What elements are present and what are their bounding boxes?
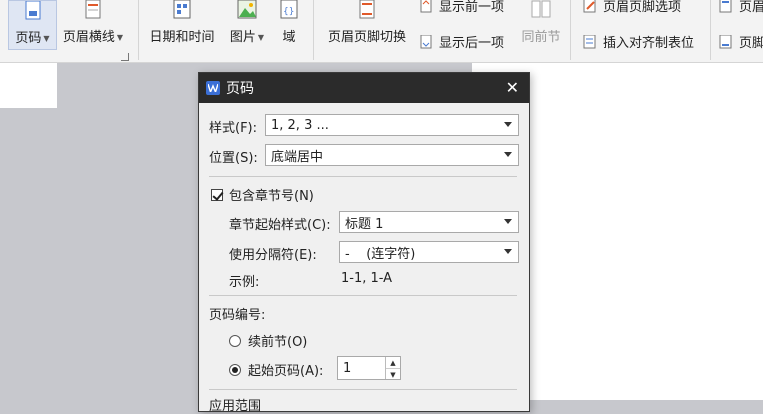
separator-label: 使用分隔符(E): (229, 248, 317, 263)
field-icon: {} (280, 0, 298, 19)
spin-up-icon[interactable]: ▲ (386, 357, 400, 369)
datetime-label: 日期和时间 (149, 30, 215, 45)
field-label: 域 (282, 30, 296, 45)
goto-header-label: 页眉 (739, 0, 763, 15)
ribbon-divider (138, 0, 139, 60)
header-footer-options-label: 页眉页脚选项 (603, 0, 682, 15)
continue-from-previous-radio[interactable]: 续前节(O) (229, 331, 307, 350)
show-previous-icon (420, 0, 432, 12)
position-select-value: 底端居中 (271, 149, 324, 165)
wps-logo-icon (206, 81, 220, 95)
radio-on-icon[interactable] (229, 363, 241, 376)
insert-align-tab-label: 插入对齐制表位 (603, 36, 695, 51)
position-select[interactable]: 底端居中 (265, 144, 519, 166)
insert-align-tab-icon (583, 34, 596, 48)
divider (209, 389, 517, 390)
show-previous-button[interactable]: 显示前一项 (418, 0, 504, 15)
style-select[interactable]: 1, 2, 3 ... (265, 114, 519, 136)
header-footer-switch-label: 页眉页脚切换 (327, 30, 406, 45)
goto-footer-label: 页脚 (739, 36, 763, 51)
picture-label: 图片 (229, 30, 256, 45)
include-chapter-checkbox[interactable]: 包含章节号(N) (211, 185, 314, 204)
chapter-start-style-label: 章节起始样式(C): (229, 218, 331, 233)
continue-label: 续前节(O) (248, 335, 308, 350)
same-as-previous-icon (531, 0, 551, 18)
show-next-label: 显示后一项 (439, 36, 505, 51)
same-as-previous-label: 同前节 (521, 30, 561, 45)
numbering-section-label: 页码编号: (209, 308, 266, 323)
close-icon[interactable]: ✕ (506, 78, 519, 97)
start-page-value[interactable]: 1 (343, 361, 351, 376)
chevron-down-icon: ▼ (43, 34, 50, 43)
chevron-down-icon (504, 219, 512, 224)
header-footer-options-icon (583, 0, 596, 12)
spinner-buttons: ▲ ▼ (385, 357, 400, 379)
goto-footer-button[interactable]: 页脚 (718, 32, 763, 51)
group-launcher-icon[interactable] (121, 53, 129, 61)
divider (209, 176, 517, 177)
dialog-title: 页码 (226, 81, 254, 97)
picture-button[interactable]: 图片 ▼ (226, 0, 268, 45)
svg-text:{}: {} (283, 7, 294, 17)
picture-icon (237, 0, 257, 19)
start-page-spinner[interactable]: 1 ▲ ▼ (337, 356, 401, 380)
page-number-dialog: 页码 ✕ 样式(F): 1, 2, 3 ... 位置(S): 底端居中 包含章节… (198, 72, 530, 414)
document-margin-area (0, 63, 57, 108)
example-value: 1-1, 1-A (341, 271, 393, 286)
chevron-down-icon: ▼ (257, 33, 265, 42)
ribbon-divider (570, 0, 571, 60)
header-line-button[interactable]: 页眉横线 ▼ (60, 0, 126, 45)
ribbon-toolbar: 页码 ▼ 页眉横线 ▼ 日期和时间 图片 ▼ {} 域 页眉页脚切换 显示前一项 显示… (0, 0, 763, 63)
chevron-down-icon (504, 152, 512, 157)
calendar-icon (173, 0, 191, 19)
header-footer-switch-icon (359, 0, 375, 19)
page-number-icon (25, 1, 40, 20)
start-at-radio[interactable]: 起始页码(A): (229, 360, 323, 379)
spin-down-icon[interactable]: ▼ (386, 369, 400, 380)
style-select-value: 1, 2, 3 ... (271, 117, 329, 133)
insert-align-tab-button[interactable]: 插入对齐制表位 (582, 32, 694, 51)
include-chapter-label: 包含章节号(N) (229, 189, 314, 204)
chapter-start-style-select[interactable]: 标题 1 (339, 211, 519, 233)
divider (209, 295, 517, 296)
chevron-down-icon: ▼ (116, 33, 124, 42)
ribbon-divider (710, 0, 711, 60)
header-line-icon (85, 0, 101, 19)
radio-off-icon[interactable] (229, 334, 241, 347)
example-label: 示例: (229, 275, 260, 290)
show-next-button[interactable]: 显示后一项 (418, 32, 504, 51)
header-line-label: 页眉横线 (62, 30, 115, 45)
chevron-down-icon (504, 249, 512, 254)
checkbox-checked-icon[interactable] (211, 188, 223, 201)
goto-header-icon (719, 0, 732, 12)
apply-range-label: 应用范围 (209, 399, 262, 414)
datetime-button[interactable]: 日期和时间 (146, 0, 218, 45)
page-number-label: 页码 (15, 31, 42, 46)
dialog-titlebar[interactable]: 页码 ✕ (199, 73, 529, 103)
chapter-start-style-value: 标题 1 (345, 216, 384, 232)
separator-value: - (连字符) (345, 246, 416, 262)
start-at-label: 起始页码(A): (248, 364, 324, 379)
goto-footer-icon (719, 34, 732, 48)
separator-select[interactable]: - (连字符) (339, 241, 519, 263)
show-previous-label: 显示前一项 (439, 0, 505, 15)
header-footer-switch-button[interactable]: 页眉页脚切换 (322, 0, 412, 45)
field-button[interactable]: {} 域 (276, 0, 302, 45)
header-footer-options-button[interactable]: 页眉页脚选项 (582, 0, 681, 15)
goto-header-button[interactable]: 页眉 (718, 0, 763, 15)
style-label: 样式(F): (209, 121, 258, 136)
show-next-icon (420, 34, 432, 48)
position-label: 位置(S): (209, 151, 258, 166)
page-number-button[interactable]: 页码 ▼ (8, 0, 57, 50)
ribbon-divider (313, 0, 314, 60)
chevron-down-icon (504, 122, 512, 127)
same-as-previous-button[interactable]: 同前节 (518, 0, 564, 45)
